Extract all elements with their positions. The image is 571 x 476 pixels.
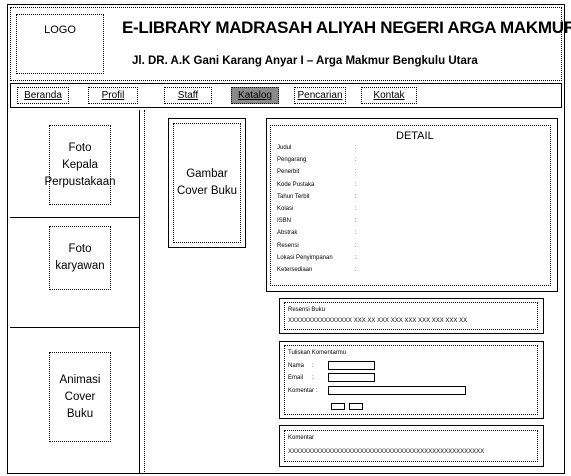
detail-field-colon: : bbox=[355, 206, 357, 212]
detail-field-colon: : bbox=[355, 218, 357, 225]
site-address: Jl. DR. A.K Gani Karang Anyar I – Arga M… bbox=[132, 55, 478, 67]
nama-colon: : bbox=[312, 363, 314, 369]
detail-field-colon: : bbox=[355, 145, 357, 151]
email-colon: : bbox=[312, 375, 314, 381]
detail-field-label: Judul bbox=[277, 145, 292, 151]
comments-box: Komentar XXXXXXXXXXXXXXXXXXXXXXXXXXXXXXX… bbox=[284, 430, 538, 462]
detail-field-colon: : bbox=[355, 169, 357, 176]
detail-field-colon: : bbox=[355, 181, 357, 188]
comments-text: XXXXXXXXXXXXXXXXXXXXXXXXXXXXXXXXXXXXXXXX… bbox=[288, 449, 485, 455]
sidebar-divider-1 bbox=[10, 217, 140, 218]
detail-field-colon: : bbox=[355, 230, 357, 237]
detail-field-label: Kolasi bbox=[277, 206, 294, 212]
email-input[interactable] bbox=[328, 373, 375, 382]
sidebar-divider-2 bbox=[10, 327, 140, 328]
detail-field-label: Abstrak bbox=[277, 230, 298, 237]
comment-form-label: Tuliskan Komentarmu bbox=[288, 350, 347, 356]
detail-field-label: Penerbit bbox=[277, 169, 300, 176]
detail-field-label: Tahun Terbit bbox=[277, 193, 310, 200]
detail-field-label: Ketersediaan bbox=[277, 267, 313, 273]
komentar-colon: : bbox=[316, 388, 318, 394]
resensi-text: XXXXXXXXXXXXXXXX XXX XX XXX XXX XXX XXX … bbox=[288, 318, 468, 324]
detail-field-colon: : bbox=[355, 267, 357, 273]
detail-field-label: Kode Pustaka bbox=[277, 181, 315, 188]
nama-label: Nama bbox=[288, 363, 305, 369]
head-librarian-photo-line2: Perpustakaan bbox=[44, 175, 116, 188]
detail-box: DETAIL Judul: Pengarang: Penerbit: Kode Pus… bbox=[270, 125, 551, 286]
detail-field-colon: : bbox=[355, 157, 357, 164]
cover-animation-line1: Animasi bbox=[59, 373, 101, 386]
nav-staff[interactable]: Staff bbox=[164, 87, 212, 104]
staff-photo-line1: Foto bbox=[68, 243, 92, 255]
nav-katalog[interactable]: Katalog bbox=[231, 87, 279, 104]
submit-button[interactable] bbox=[331, 403, 345, 410]
comment-form: Tuliskan Komentarmu Nama : Email : Komen… bbox=[284, 345, 538, 415]
nav-beranda[interactable]: Beranda bbox=[17, 87, 69, 104]
logo-box: LOGO bbox=[16, 14, 104, 74]
comments-label: Komentar bbox=[288, 435, 315, 441]
email-label: Email bbox=[288, 375, 304, 381]
detail-field-colon: : bbox=[355, 254, 357, 261]
nav-profil[interactable]: Profil bbox=[88, 87, 138, 104]
head-librarian-photo: Foto Kepala Perpustakaan bbox=[45, 125, 115, 205]
detail-field-label: Lokasi Penyimpanan bbox=[277, 254, 333, 261]
staff-photo: Foto karyawan bbox=[49, 226, 111, 290]
staff-photo-line2: karyawan bbox=[55, 260, 105, 272]
head-librarian-photo-line1: Foto Kepala bbox=[62, 141, 98, 171]
detail-field-label: ISBN bbox=[277, 218, 292, 225]
site-title: E-LIBRARY MADRASAH ALIYAH NEGERI ARGA MA… bbox=[122, 18, 571, 37]
cover-animation: Animasi Cover Buku bbox=[49, 352, 111, 442]
komentar-label: Komentar bbox=[288, 388, 315, 394]
nama-input[interactable] bbox=[328, 361, 375, 370]
cover-animation-line2: Cover Buku bbox=[64, 390, 96, 420]
detail-field-label: Resensi bbox=[277, 242, 299, 249]
detail-heading: DETAIL bbox=[396, 130, 434, 142]
logo: LOGO bbox=[44, 24, 76, 36]
detail-field-colon: : bbox=[355, 242, 357, 249]
detail-field-colon: : bbox=[355, 193, 357, 200]
reset-button[interactable] bbox=[349, 403, 363, 410]
detail-field-label: Pengarang bbox=[277, 157, 307, 164]
nav-pencarian[interactable]: Pencarian bbox=[294, 87, 346, 104]
resensi-label: Resensi Buku bbox=[288, 307, 326, 313]
komentar-input[interactable] bbox=[328, 386, 466, 395]
nav-kontak[interactable]: Kontak bbox=[361, 87, 417, 104]
resensi-box: Resensi Buku XXXXXXXXXXXXXXXX XXX XX XXX… bbox=[284, 302, 538, 330]
